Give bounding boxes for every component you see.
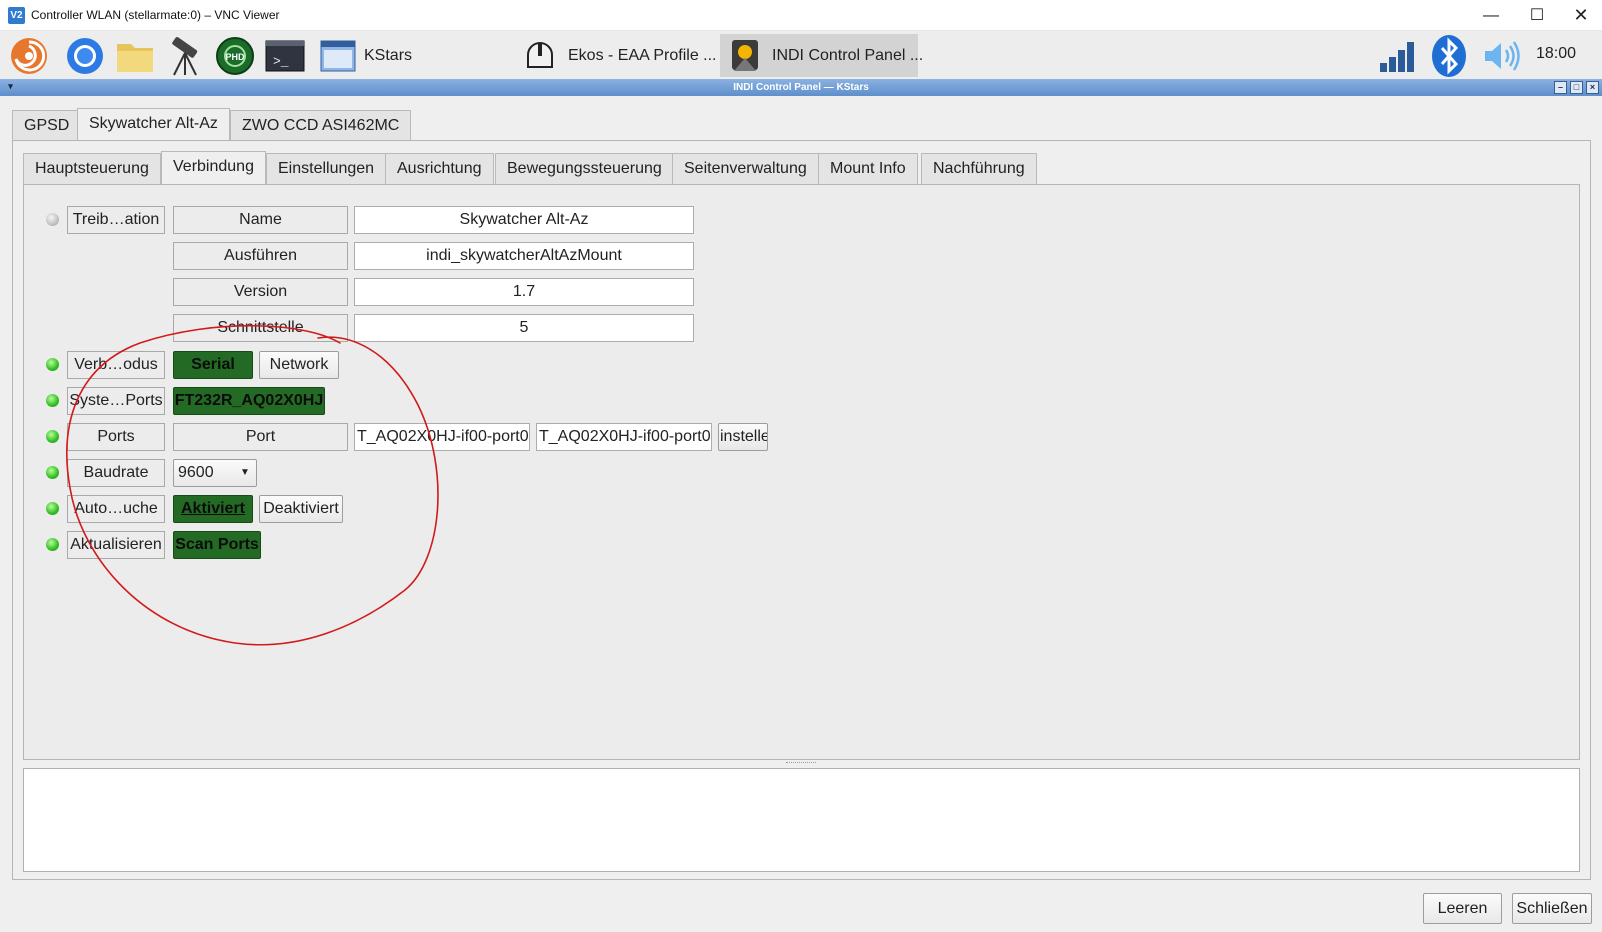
serial-button[interactable]: Serial [173,351,253,379]
status-led-auto-search [46,502,59,515]
property-label-refresh: Aktualisieren [67,531,165,559]
panel-maximize-button[interactable]: □ [1570,81,1583,94]
property-label-driver-info: Treib…ation [67,206,165,234]
property-label-baud-rate: Baudrate [67,459,165,487]
clear-button[interactable]: Leeren [1423,893,1502,924]
scan-ports-button[interactable]: Scan Ports [173,531,261,559]
indi-icon [732,40,758,71]
phd2-guiding-icon[interactable]: PHD [214,35,256,77]
wifi-signal-icon[interactable] [1378,39,1418,73]
driver-interface-label: Schnittstelle [173,314,348,342]
driver-exec-value: indi_skywatcherAltAzMount [354,242,694,270]
vnc-logo-icon: V2 [8,7,25,24]
driver-name-label: Name [173,206,348,234]
phd-label: PHD [225,52,245,62]
status-led-driver-info [46,213,59,226]
status-led-refresh [46,538,59,551]
chromium-icon[interactable] [64,35,106,77]
raspberry-menu-icon[interactable] [8,35,50,77]
tab-verbindung[interactable]: Verbindung [161,151,266,184]
tab-hauptsteuerung[interactable]: Hauptsteuerung [23,153,161,184]
telescope-icon[interactable] [164,35,206,77]
maximize-button[interactable]: ☐ [1514,0,1560,31]
tab-zwo-ccd[interactable]: ZWO CCD ASI462MC [230,110,412,141]
close-panel-button[interactable]: Schließen [1512,893,1592,924]
tab-einstellungen[interactable]: Einstellungen [266,153,387,184]
system-port-button[interactable]: FT232R_AQ02X0HJ [173,387,325,415]
window-app-icon [320,40,356,72]
vnc-titlebar: V2 Controller WLAN (stellarmate:0) – VNC… [0,0,1602,31]
terminal-prompt: >_ [273,54,289,69]
clock: 18:00 [1536,45,1577,62]
driver-version-value: 1.7 [354,278,694,306]
tab-ausrichtung[interactable]: Ausrichtung [385,153,494,184]
ekos-dome-icon [527,42,553,68]
network-button[interactable]: Network [259,351,339,379]
task-indi-control-panel[interactable]: INDI Control Panel ... [720,34,923,77]
close-button[interactable]: ✕ [1558,0,1602,31]
driver-exec-label: Ausführen [173,242,348,270]
status-led-baud-rate [46,466,59,479]
panel-close-button[interactable]: × [1586,81,1599,94]
set-port-button[interactable]: instelle [718,423,768,451]
volume-icon[interactable] [1482,39,1522,73]
port-new-input[interactable]: T_AQ02X0HJ-if00-port0 [536,423,712,451]
driver-name-value: Skywatcher Alt-Az [354,206,694,234]
panel-title: INDI Control Panel — KStars [733,82,869,93]
task-label: KStars [364,47,413,64]
window-menu-icon[interactable]: ▾ [4,81,17,94]
log-textarea[interactable] [23,768,1580,872]
tab-bewegungssteuerung[interactable]: Bewegungssteuerung [495,153,674,184]
panel-titlebar: INDI Control Panel — KStars ▾ – □ × [0,79,1602,96]
driver-interface-value: 5 [354,314,694,342]
baud-rate-select[interactable]: 9600 ▼ [173,459,257,487]
driver-version-label: Version [173,278,348,306]
bluetooth-icon[interactable] [1430,34,1468,78]
status-led-system-ports [46,394,59,407]
panel-minimize-button[interactable]: – [1554,81,1567,94]
terminal-icon[interactable]: >_ [264,35,306,77]
splitter-handle[interactable] [786,762,816,765]
status-led-connection-mode [46,358,59,371]
task-label: INDI Control Panel ... [772,47,924,64]
taskbar: PHD >_ KStars Ekos - EAA Profile ... IND… [0,31,1602,79]
disable-auto-search-button[interactable]: Deaktiviert [259,495,343,523]
tab-skywatcher-alt-az[interactable]: Skywatcher Alt-Az [77,108,230,141]
chevron-down-icon: ▼ [240,467,250,478]
minimize-button[interactable]: — [1468,0,1514,31]
window-title: Controller WLAN (stellarmate:0) – VNC Vi… [31,8,280,22]
property-label-ports: Ports [67,423,165,451]
task-label: Ekos - EAA Profile ... [568,47,717,64]
baud-rate-value: 9600 [178,464,214,481]
tab-seitenverwaltung[interactable]: Seitenverwaltung [672,153,819,184]
property-label-auto-search: Auto…uche [67,495,165,523]
task-kstars[interactable]: KStars [312,34,416,77]
tab-gpsd[interactable]: GPSD [12,110,82,141]
property-label-system-ports: Syste…Ports [67,387,165,415]
property-label-connection-mode: Verb…odus [67,351,165,379]
enable-auto-search-button[interactable]: Aktiviert [173,495,253,523]
file-manager-icon[interactable] [114,35,156,77]
task-ekos[interactable]: Ekos - EAA Profile ... [516,34,717,77]
tab-mount-info[interactable]: Mount Info [818,153,918,184]
status-led-ports [46,430,59,443]
tab-nachfuehrung[interactable]: Nachführung [921,153,1037,184]
port-name-label: Port [173,423,348,451]
port-current-value: T_AQ02X0HJ-if00-port0 [354,423,530,451]
